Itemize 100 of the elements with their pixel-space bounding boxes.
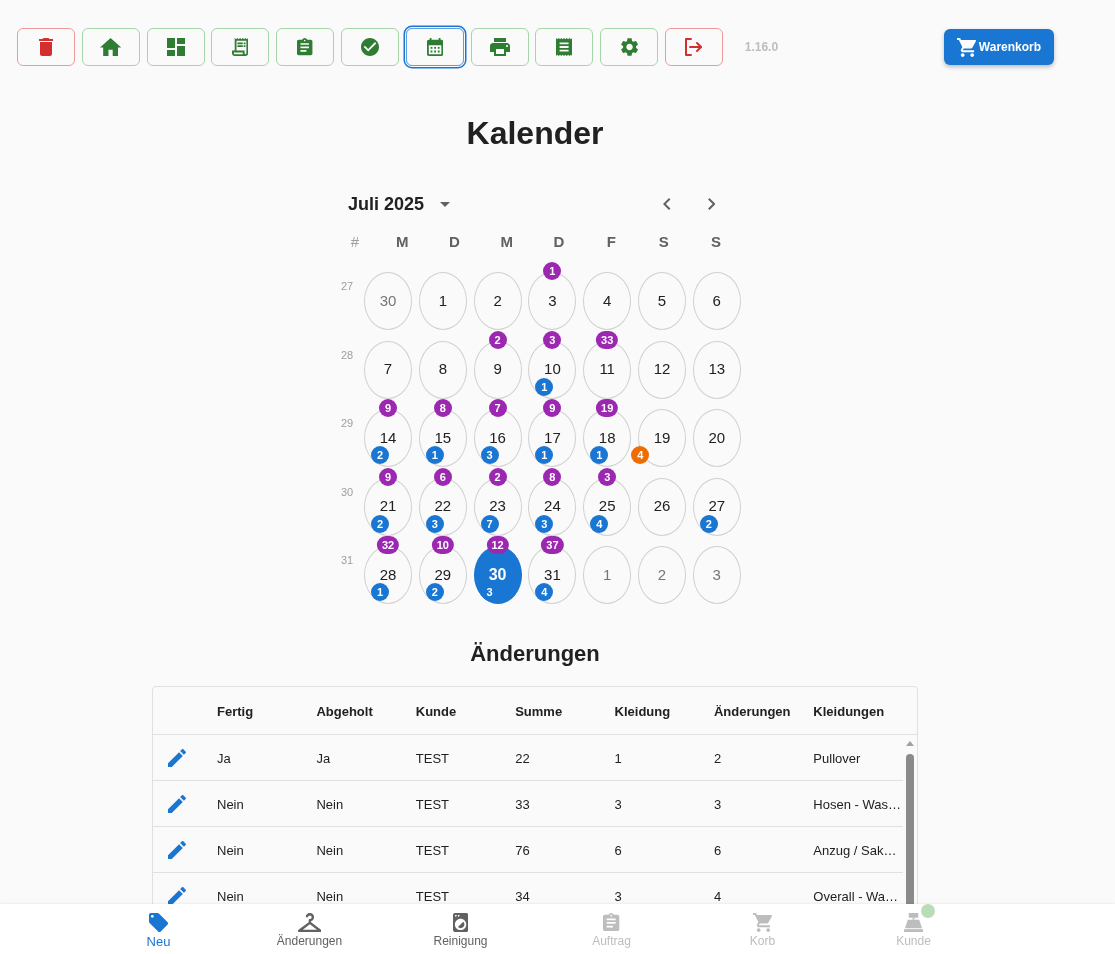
column-header: Abgeholt: [316, 703, 373, 719]
pickup-status: Nein: [316, 796, 344, 812]
count-badge: 37: [541, 536, 564, 554]
version-label: 1.16.0: [744, 39, 779, 55]
count-badge: 12: [486, 536, 509, 554]
count-badge: 1: [425, 446, 444, 464]
total-amount: 22: [515, 750, 530, 766]
week-number: 28: [341, 348, 354, 361]
garment-count: 3: [614, 796, 622, 812]
count-badge: 3: [598, 467, 617, 486]
cash-register-icon: [904, 913, 923, 932]
count-badge: 7: [480, 514, 499, 533]
page-title: Kalender: [466, 114, 604, 153]
column-header: Fertig: [217, 703, 254, 719]
trash-icon: [39, 38, 53, 56]
count-badge: 6: [433, 467, 452, 486]
long-receipt-icon: [232, 38, 249, 56]
week-number: 31: [341, 554, 354, 566]
customer-name: TEST: [415, 888, 449, 904]
weekday-label: S: [658, 233, 669, 251]
cart-icon: [956, 37, 977, 57]
count-badge: 2: [699, 514, 718, 533]
column-header: Änderungen: [713, 703, 791, 719]
print-button[interactable]: [470, 28, 529, 66]
pickup-status: Nein: [316, 842, 344, 858]
count-badge: 9: [379, 399, 397, 417]
printer-icon: [489, 38, 510, 56]
alteration-count: 3: [713, 796, 722, 812]
clipboard-icon: [603, 913, 620, 932]
alteration-count: 4: [713, 888, 722, 904]
count-badge: 3: [543, 330, 562, 349]
count-badge: 7: [488, 399, 507, 417]
pencil-icon[interactable]: [168, 886, 186, 904]
count-badge: 9: [543, 399, 562, 417]
done-status: Nein: [217, 796, 244, 812]
pencil-icon[interactable]: [168, 794, 186, 813]
week-column-label: #: [350, 233, 360, 251]
delete-button[interactable]: [17, 28, 75, 66]
garment-names: Hosen - Was…: [813, 796, 901, 812]
calendar-icon: [426, 38, 443, 56]
nav-tab[interactable]: Änderungen: [276, 904, 343, 954]
garment-names: Pullover: [813, 750, 861, 766]
done-status: Nein: [217, 842, 244, 858]
column-header: Summe: [515, 703, 563, 719]
dashboard-button[interactable]: [146, 28, 205, 66]
scrollbar-thumb[interactable]: [906, 754, 914, 904]
count-badge: 4: [535, 583, 554, 601]
receipt-button[interactable]: [211, 28, 270, 66]
count-badge: 1: [371, 583, 389, 601]
garment-count: 6: [614, 842, 622, 858]
nav-tab[interactable]: Neu: [146, 904, 171, 954]
total-amount: 34: [515, 888, 530, 904]
nav-tab[interactable]: Reinigung: [433, 904, 488, 954]
count-badge: 2: [488, 467, 507, 486]
section-title: Änderungen: [470, 640, 600, 668]
weekday-label: D: [553, 233, 565, 251]
done-status: Nein: [217, 888, 244, 904]
dropdown-caret-icon[interactable]: [440, 201, 451, 207]
garment-count: 3: [614, 888, 622, 904]
count-badge: 2: [371, 446, 389, 464]
column-header: Kleidungen: [813, 703, 885, 719]
count-badge: 1: [535, 377, 554, 396]
cart-button[interactable]: Warenkorb: [944, 29, 1054, 65]
count-badge: 32: [376, 536, 400, 554]
scroll-up-icon[interactable]: [906, 741, 914, 746]
count-badge: 19: [596, 399, 619, 417]
home-button[interactable]: [81, 28, 140, 66]
pickup-status: Nein: [316, 888, 344, 904]
clipboard-button[interactable]: [276, 28, 335, 66]
column-header: Kleidung: [614, 703, 671, 719]
chevron-left-icon[interactable]: [663, 198, 671, 210]
count-badge: 4: [590, 514, 609, 533]
alteration-count: 6: [713, 842, 722, 858]
list-button[interactable]: [535, 28, 594, 66]
calendar-button[interactable]: [405, 28, 464, 66]
count-badge: 1: [535, 446, 554, 464]
weekday-label: D: [449, 233, 460, 251]
count-badge: 3: [535, 514, 554, 533]
cart-icon: [752, 913, 773, 932]
count-badge: 1: [543, 262, 562, 280]
count-badge: 2: [425, 583, 444, 601]
dashboard-icon: [166, 38, 185, 56]
weekday-label: F: [606, 233, 616, 251]
done-button[interactable]: [341, 28, 399, 66]
count-badge: 8: [433, 399, 452, 417]
week-number: 30: [341, 485, 354, 498]
weekday-label: M: [395, 233, 409, 251]
settings-icon: [620, 38, 638, 56]
washing-machine-icon: [452, 913, 469, 932]
settings-button[interactable]: [600, 28, 659, 66]
week-number: 29: [341, 417, 354, 429]
count-badge: 8: [543, 467, 562, 486]
pencil-icon[interactable]: [168, 748, 186, 767]
chevron-right-icon[interactable]: [707, 198, 715, 210]
logout-button[interactable]: [664, 28, 723, 66]
pencil-icon[interactable]: [168, 840, 186, 859]
home-icon: [100, 38, 122, 56]
alteration-count: 2: [713, 750, 722, 766]
weekday-label: M: [500, 233, 513, 251]
clipboard-icon: [297, 38, 313, 56]
